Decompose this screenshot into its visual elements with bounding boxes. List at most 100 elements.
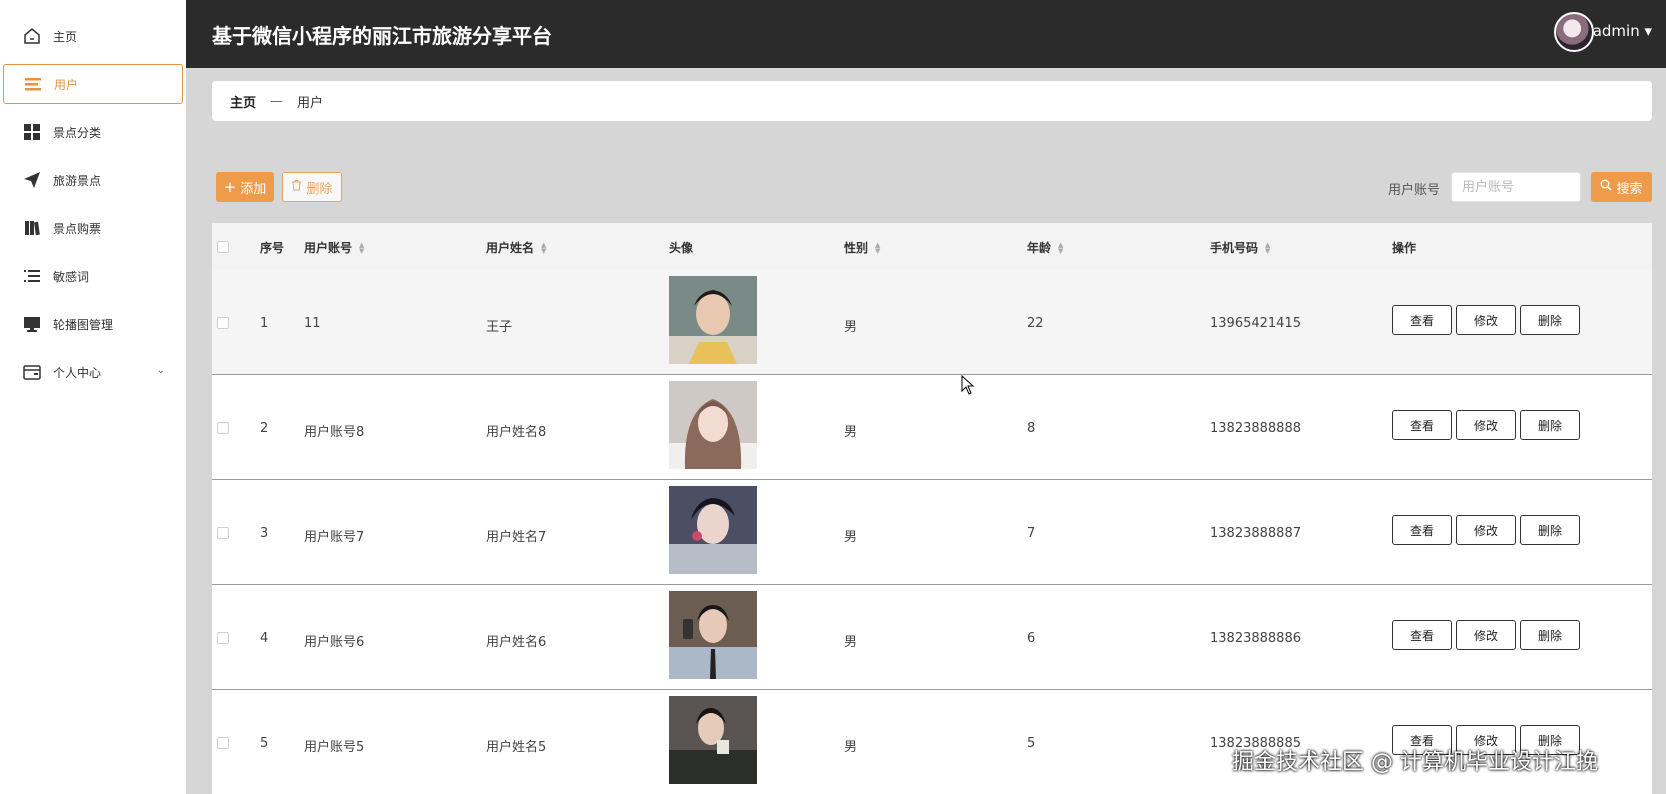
table-row[interactable]: 3 用户账号7 用户姓名7 男 7 13823888887 查看 修改 删除 [212, 480, 1652, 585]
trash-icon [291, 179, 302, 195]
avatar-photo[interactable] [669, 696, 757, 784]
cell-gender: 男 [844, 635, 858, 650]
top-header: 基于微信小程序的丽江市旅游分享平台 admin ▾ [186, 0, 1666, 68]
select-all-checkbox[interactable] [217, 241, 229, 253]
cell-phone: 13823888888 [1210, 421, 1301, 436]
row-checkbox[interactable] [217, 422, 229, 434]
avatar-photo[interactable] [669, 486, 757, 574]
delete-button[interactable]: 删除 [1520, 305, 1580, 335]
search-label: 用户账号 [1388, 183, 1441, 198]
sidebar-item-label: 景点分类 [53, 125, 102, 140]
view-button[interactable]: 查看 [1392, 410, 1452, 440]
cell-account: 用户账号5 [304, 740, 365, 755]
col-actions: 操作 [1392, 239, 1416, 256]
col-phone-label: 手机号码 [1210, 241, 1259, 255]
search-button[interactable]: 搜索 [1591, 172, 1652, 202]
plus-icon: + [223, 178, 237, 196]
cell-account: 用户账号7 [304, 530, 365, 545]
edit-button[interactable]: 修改 [1456, 305, 1516, 335]
batch-delete-button[interactable]: 删除 [282, 172, 342, 202]
sidebar-item-profile[interactable]: 个人中心 ⌄ [3, 352, 183, 392]
row-checkbox[interactable] [217, 527, 229, 539]
cell-index: 2 [260, 421, 269, 436]
row-checkbox[interactable] [217, 632, 229, 644]
sidebar-item-home[interactable]: 主页 [3, 16, 183, 56]
view-button[interactable]: 查看 [1392, 515, 1452, 545]
cell-name: 王子 [486, 320, 513, 335]
sidebar-item-sensitive-words[interactable]: 敏感词 [3, 256, 183, 296]
view-button[interactable]: 查看 [1392, 305, 1452, 335]
sidebar-item-tickets[interactable]: 景点购票 [3, 208, 183, 248]
table-row[interactable]: 4 用户账号6 用户姓名6 男 6 13823888886 查看 修改 删除 [212, 585, 1652, 690]
sidebar-item-carousel[interactable]: 轮播图管理 [3, 304, 183, 344]
sidebar-item-categories[interactable]: 景点分类 [3, 112, 183, 152]
cell-phone: 13965421415 [1210, 316, 1301, 331]
user-menu[interactable]: admin ▾ [1593, 22, 1652, 40]
mouse-cursor-icon [961, 374, 975, 399]
row-checkbox[interactable] [217, 317, 229, 329]
col-phone[interactable]: 手机号码 ▲ ▼ [1210, 239, 1270, 256]
table-row[interactable]: 5 用户账号5 用户姓名5 男 5 13823888885 查看 修改 删除 [212, 690, 1652, 794]
avatar[interactable] [1554, 12, 1594, 52]
col-index-label: 序号 [260, 241, 285, 255]
cell-age: 22 [1027, 316, 1044, 331]
list-icon [24, 75, 42, 93]
row-checkbox[interactable] [217, 737, 229, 749]
edit-button[interactable]: 修改 [1456, 515, 1516, 545]
watermark: 掘金技术社区 @ 计算机毕业设计江挽 [1232, 750, 1598, 775]
edit-button[interactable]: 修改 [1456, 620, 1516, 650]
cell-name: 用户姓名8 [486, 425, 547, 440]
col-gender[interactable]: 性别 ▲ ▼ [844, 239, 880, 256]
col-index: 序号 [260, 239, 284, 256]
cell-gender: 男 [844, 530, 858, 545]
cell-phone: 13823888886 [1210, 631, 1301, 646]
sidebar-item-label: 主页 [53, 29, 78, 44]
col-name-label: 用户姓名 [486, 241, 535, 255]
cell-index: 4 [260, 631, 269, 646]
avatar-photo[interactable] [669, 381, 757, 469]
avatar-photo[interactable] [669, 276, 757, 364]
sort-icon[interactable]: ▲ ▼ [541, 241, 546, 254]
cell-index: 1 [260, 316, 269, 331]
paper-plane-icon [23, 171, 41, 189]
cell-phone: 13823888887 [1210, 526, 1301, 541]
cell-age: 6 [1027, 631, 1036, 646]
sort-icon[interactable]: ▲ ▼ [1058, 241, 1063, 254]
col-age-label: 年龄 [1027, 241, 1052, 255]
avatar-photo[interactable] [669, 591, 757, 679]
chevron-down-icon[interactable]: ⌄ [157, 365, 165, 376]
cell-name: 用户姓名7 [486, 530, 547, 545]
cell-name: 用户姓名5 [486, 740, 547, 755]
col-age[interactable]: 年龄 ▲ ▼ [1027, 239, 1063, 256]
search-input[interactable] [1451, 172, 1581, 202]
sidebar-item-attractions[interactable]: 旅游景点 [3, 160, 183, 200]
delete-button[interactable]: 删除 [1520, 410, 1580, 440]
cell-gender: 男 [844, 740, 858, 755]
sidebar-item-users[interactable]: 用户 [3, 64, 183, 104]
wallet-icon [23, 363, 41, 381]
sort-icon[interactable]: ▲ ▼ [1265, 241, 1270, 254]
col-account[interactable]: 用户账号 ▲ ▼ [304, 239, 364, 256]
batch-delete-label: 删除 [306, 181, 333, 197]
cell-index: 5 [260, 736, 269, 751]
table-header: 序号 用户账号 ▲ ▼ 用户姓名 ▲ ▼ 头像 性别 ▲ ▼ 年龄 ▲ ▼ 手机号码 ▲ ▼ 操作 [212, 223, 1652, 270]
col-avatar: 头像 [669, 239, 693, 256]
view-button[interactable]: 查看 [1392, 620, 1452, 650]
add-button[interactable]: + 添加 [216, 172, 274, 202]
search-button-label: 搜索 [1616, 181, 1643, 197]
breadcrumb-home[interactable]: 主页 [230, 92, 256, 111]
table-row[interactable]: 1 11 王子 男 22 13965421415 查看 修改 删除 [212, 270, 1652, 375]
breadcrumb: 主页 — 用户 [212, 81, 1652, 121]
cell-age: 5 [1027, 736, 1036, 751]
sort-icon[interactable]: ▲ ▼ [359, 241, 364, 254]
table-row[interactable]: 2 用户账号8 用户姓名8 男 8 13823888888 查看 修改 删除 [212, 375, 1652, 480]
edit-button[interactable]: 修改 [1456, 410, 1516, 440]
sidebar-item-label: 旅游景点 [53, 173, 102, 188]
col-avatar-label: 头像 [669, 241, 694, 255]
delete-button[interactable]: 删除 [1520, 515, 1580, 545]
sort-icon[interactable]: ▲ ▼ [875, 241, 880, 254]
breadcrumb-current: 用户 [297, 95, 324, 111]
cell-age: 7 [1027, 526, 1036, 541]
delete-button[interactable]: 删除 [1520, 620, 1580, 650]
col-name[interactable]: 用户姓名 ▲ ▼ [486, 239, 546, 256]
